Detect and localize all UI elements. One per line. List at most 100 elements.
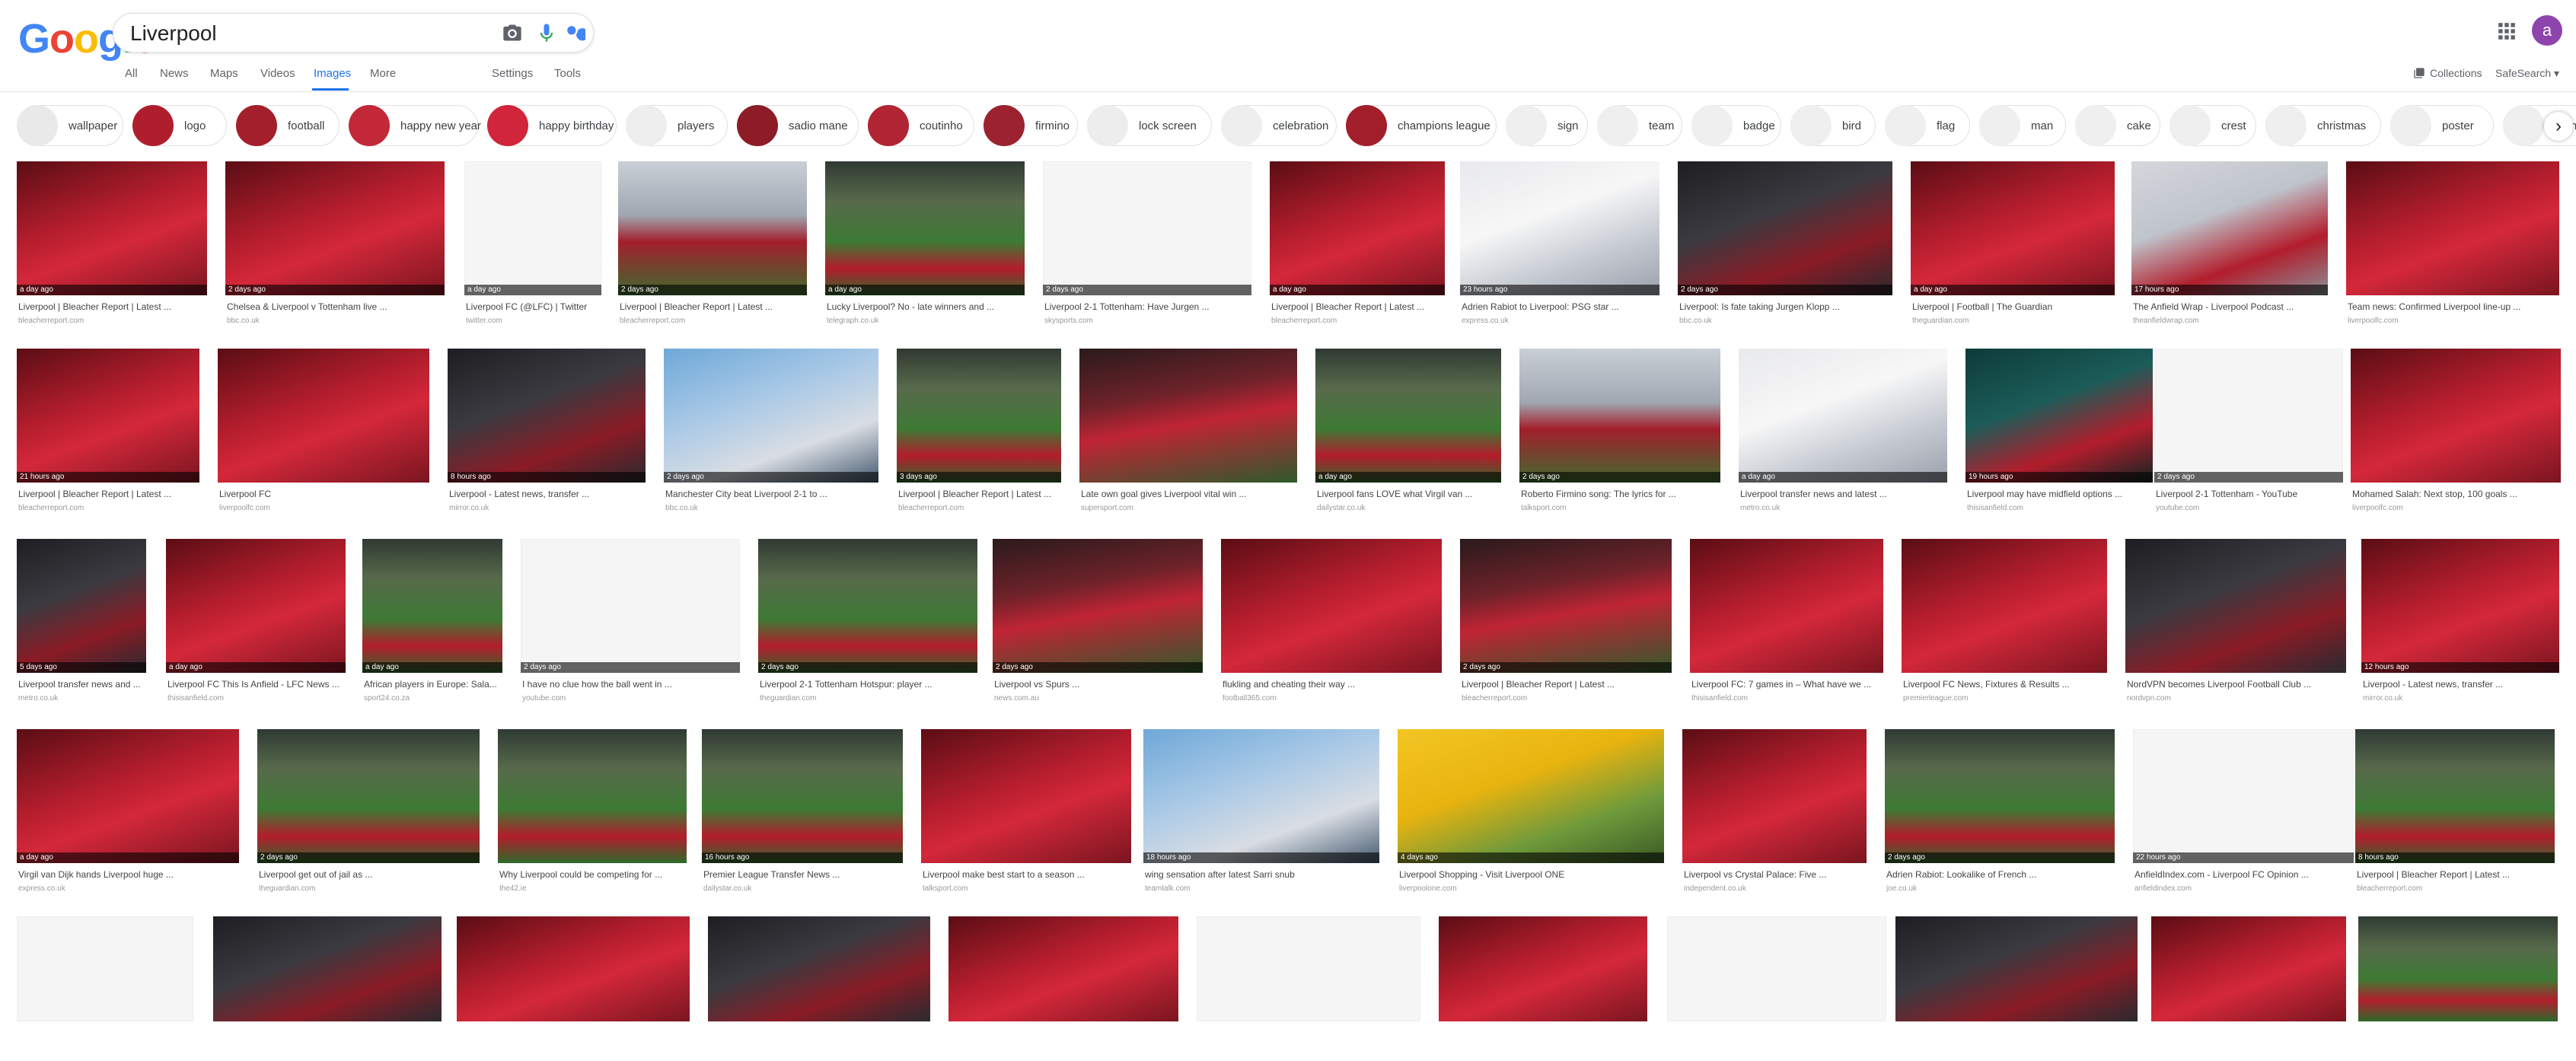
result-title[interactable]: Liverpool FC News, Fixtures & Results ..…: [1903, 679, 2105, 690]
image-result[interactable]: [17, 916, 193, 1061]
result-thumbnail[interactable]: [1270, 161, 1445, 295]
result-thumbnail[interactable]: [1315, 349, 1501, 483]
result-title[interactable]: African players in Europe: Sala...: [364, 679, 501, 690]
result-source[interactable]: youtube.com: [522, 694, 737, 703]
result-title[interactable]: Mohamed Salah: Next stop, 100 goals ...: [2352, 489, 2558, 499]
image-result[interactable]: 22 hours ago AnfieldIndex.com - Liverpool…: [2133, 729, 2354, 903]
image-result[interactable]: a day ago African players in Europe: Sala…: [362, 539, 502, 712]
image-result[interactable]: a day ago Liverpool | Bleacher Report | L…: [1270, 161, 1445, 335]
image-result[interactable]: 2 days ago Manchester City beat Liverpool…: [664, 349, 878, 522]
result-source[interactable]: liverpoolfc.com: [2348, 317, 2556, 325]
result-title[interactable]: Liverpool fans LOVE what Virgil van ...: [1317, 489, 1499, 499]
result-thumbnail[interactable]: [1678, 161, 1892, 295]
result-thumbnail[interactable]: [825, 161, 1025, 295]
result-thumbnail[interactable]: [17, 161, 207, 295]
result-thumbnail[interactable]: [2133, 729, 2354, 863]
result-source[interactable]: bleacherreport.com: [18, 317, 205, 325]
result-source[interactable]: twitter.com: [466, 317, 600, 325]
result-title[interactable]: I have no clue how the ball went in ...: [522, 679, 737, 690]
result-thumbnail[interactable]: [362, 539, 502, 673]
result-source[interactable]: joe.co.uk: [1886, 884, 2112, 893]
result-thumbnail[interactable]: [448, 349, 646, 483]
result-thumbnail[interactable]: [1460, 539, 1672, 673]
image-result[interactable]: Mohamed Salah: Next stop, 100 goals ... l…: [2351, 349, 2561, 522]
result-title[interactable]: Liverpool vs Spurs ...: [994, 679, 1200, 690]
result-title[interactable]: Liverpool 2-1 Tottenham Hotspur: player …: [760, 679, 974, 690]
result-thumbnail[interactable]: [1690, 539, 1883, 673]
result-thumbnail[interactable]: [498, 729, 687, 863]
result-source[interactable]: news.com.au: [994, 694, 1200, 703]
image-result[interactable]: 23 hours ago Adrien Rabiot to Liverpool: …: [1460, 161, 1659, 335]
result-title[interactable]: Manchester City beat Liverpool 2-1 to ..…: [665, 489, 875, 499]
result-title[interactable]: Liverpool FC This Is Anfield - LFC News …: [167, 679, 343, 690]
result-source[interactable]: express.co.uk: [18, 884, 236, 893]
result-source[interactable]: talksport.com: [923, 884, 1128, 893]
result-title[interactable]: Adrien Rabiot to Liverpool: PSG star ...: [1462, 301, 1657, 312]
result-source[interactable]: metro.co.uk: [1740, 504, 1945, 512]
image-result[interactable]: 2 days ago Liverpool get out of jail as .…: [257, 729, 480, 903]
result-source[interactable]: liverpoolfc.com: [2352, 504, 2558, 512]
result-source[interactable]: metro.co.uk: [18, 694, 145, 703]
image-result[interactable]: flukling and cheating their way ... footb…: [1221, 539, 1442, 712]
image-result[interactable]: 16 hours ago Premier League Transfer News…: [702, 729, 903, 903]
result-source[interactable]: theguardian.com: [1912, 317, 2112, 325]
image-result[interactable]: [1197, 916, 1420, 1061]
result-thumbnail[interactable]: [1519, 349, 1720, 483]
result-title[interactable]: Liverpool - Latest news, transfer ...: [449, 489, 643, 499]
result-thumbnail[interactable]: [1739, 349, 1947, 483]
result-title[interactable]: Liverpool | Bleacher Report | Latest ...: [18, 301, 205, 312]
result-source[interactable]: express.co.uk: [1462, 317, 1657, 325]
result-source[interactable]: bleacherreport.com: [2357, 884, 2552, 893]
result-thumbnail[interactable]: [2351, 349, 2561, 483]
result-source[interactable]: the42.ie: [499, 884, 684, 893]
result-source[interactable]: teamtalk.com: [1145, 884, 1376, 893]
result-thumbnail[interactable]: [2358, 916, 2558, 1021]
result-title[interactable]: Liverpool | Bleacher Report | Latest ...: [1462, 679, 1669, 690]
result-source[interactable]: dailystar.co.uk: [1317, 504, 1499, 512]
result-source[interactable]: talksport.com: [1521, 504, 1718, 512]
image-result[interactable]: Late own goal gives Liverpool vital win …: [1079, 349, 1297, 522]
image-result[interactable]: 8 hours ago Liverpool | Bleacher Report |…: [2355, 729, 2555, 903]
result-source[interactable]: bleacherreport.com: [18, 504, 197, 512]
result-thumbnail[interactable]: [213, 916, 442, 1021]
result-source[interactable]: anfieldindex.com: [2134, 884, 2351, 893]
image-result[interactable]: 19 hours ago Liverpool may have midfield …: [1965, 349, 2153, 522]
result-title[interactable]: Why Liverpool could be competing for ...: [499, 869, 684, 880]
result-thumbnail[interactable]: [2151, 916, 2346, 1021]
image-result[interactable]: 4 days ago Liverpool Shopping - Visit Liv…: [1398, 729, 1664, 903]
result-thumbnail[interactable]: [1398, 729, 1664, 863]
result-title[interactable]: Liverpool | Bleacher Report | Latest ...: [18, 489, 197, 499]
result-source[interactable]: theguardian.com: [259, 884, 477, 893]
result-title[interactable]: Liverpool - Latest news, transfer ...: [2363, 679, 2557, 690]
image-result[interactable]: 2 days ago Liverpool 2-1 Tottenham Hotspu…: [758, 539, 977, 712]
result-thumbnail[interactable]: [1902, 539, 2107, 673]
result-title[interactable]: Lucky Liverpool? No - late winners and .…: [827, 301, 1022, 312]
result-thumbnail[interactable]: [17, 349, 199, 483]
image-result[interactable]: 2 days ago Liverpool vs Spurs ... news.com…: [993, 539, 1203, 712]
result-title[interactable]: Premier League Transfer News ...: [703, 869, 901, 880]
image-result[interactable]: 8 hours ago Liverpool - Latest news, tran…: [448, 349, 646, 522]
result-thumbnail[interactable]: [218, 349, 429, 483]
image-result[interactable]: 2 days ago Liverpool 2-1 Tottenham - YouT…: [2154, 349, 2343, 522]
result-thumbnail[interactable]: [17, 539, 146, 673]
image-result[interactable]: [1667, 916, 1886, 1061]
image-result[interactable]: NordVPN becomes Liverpool Football Club …: [2125, 539, 2346, 712]
image-result[interactable]: 12 hours ago Liverpool - Latest news, tra…: [2361, 539, 2559, 712]
result-thumbnail[interactable]: [521, 539, 740, 673]
image-result[interactable]: a day ago Liverpool FC (@LFC) | Twitter tw…: [464, 161, 601, 335]
image-result[interactable]: 5 days ago Liverpool transfer news and ..…: [17, 539, 146, 712]
image-result[interactable]: Why Liverpool could be competing for ...…: [498, 729, 687, 903]
result-thumbnail[interactable]: [1079, 349, 1297, 483]
image-result[interactable]: 2 days ago I have no clue how the ball we…: [521, 539, 740, 712]
result-source[interactable]: premierleague.com: [1903, 694, 2105, 703]
result-title[interactable]: Liverpool | Football | The Guardian: [1912, 301, 2112, 312]
image-result[interactable]: a day ago Liverpool | Football | The Guar…: [1911, 161, 2115, 335]
image-result[interactable]: 17 hours ago The Anfield Wrap - Liverpool…: [2131, 161, 2328, 335]
image-result[interactable]: Liverpool FC liverpoolfc.com: [218, 349, 429, 522]
result-thumbnail[interactable]: [1885, 729, 2115, 863]
result-source[interactable]: liverpoolone.com: [1399, 884, 1660, 893]
result-thumbnail[interactable]: [1439, 916, 1647, 1021]
result-source[interactable]: bleacherreport.com: [1462, 694, 1669, 703]
result-thumbnail[interactable]: [702, 729, 903, 863]
result-title[interactable]: Liverpool Shopping - Visit Liverpool ONE: [1399, 869, 1660, 880]
